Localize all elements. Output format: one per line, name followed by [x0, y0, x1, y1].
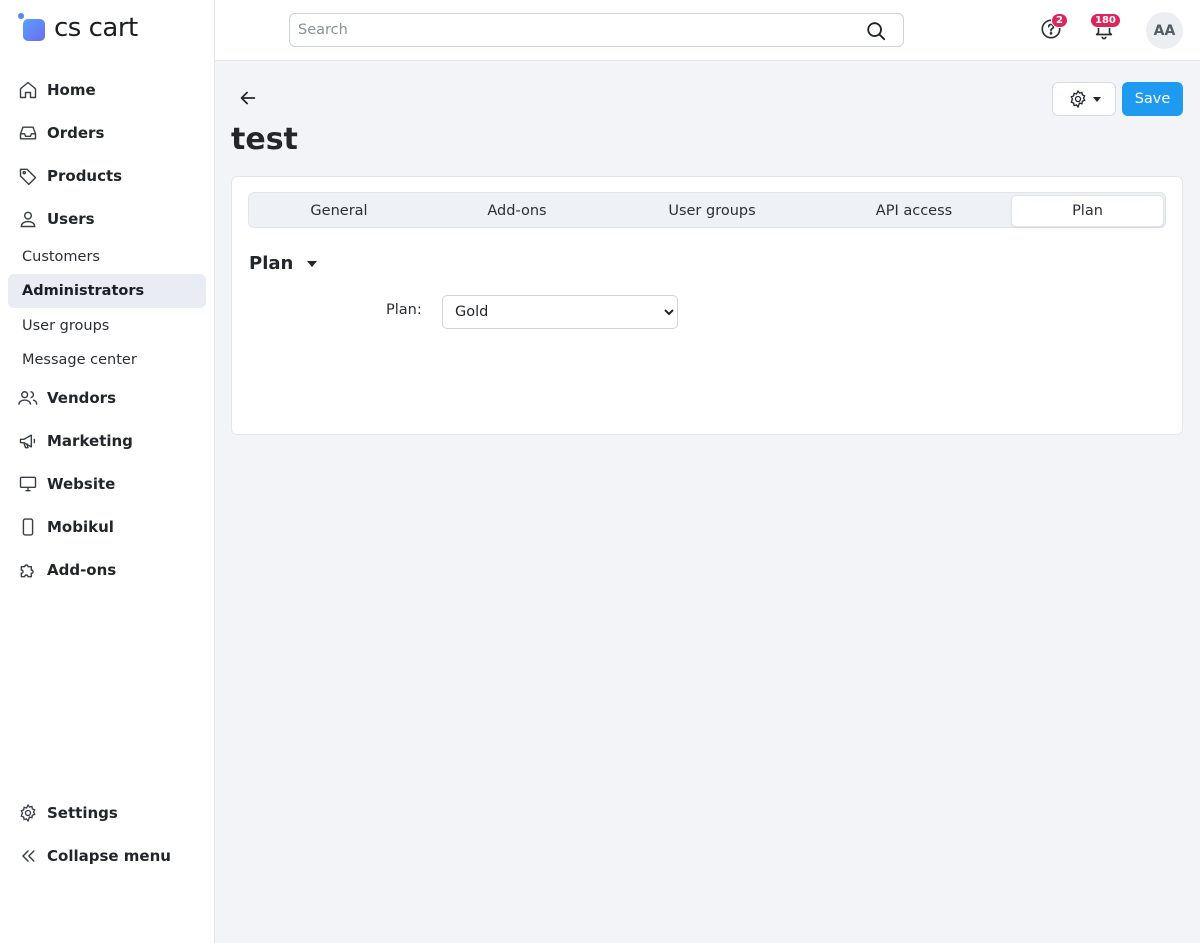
sidebar-subitem-label: Administrators [22, 283, 145, 299]
tab-user-groups[interactable]: User groups [607, 195, 817, 227]
tab-plan[interactable]: Plan [1011, 195, 1164, 227]
page-title: test [231, 122, 298, 157]
sidebar-item-label: Home [47, 81, 96, 99]
sidebar-item-label: Website [47, 475, 116, 493]
sidebar-item-website[interactable]: Website [8, 467, 206, 501]
tab-general[interactable]: General [251, 195, 427, 227]
puzzle-icon [17, 559, 39, 581]
sidebar-item-mobikul[interactable]: Mobikul [8, 510, 206, 544]
sidebar-item-label: Marketing [47, 432, 133, 450]
sidebar-item-vendors[interactable]: Vendors [8, 381, 206, 415]
avatar[interactable]: AA [1146, 12, 1183, 49]
sidebar-item-users[interactable]: Users [8, 202, 206, 236]
arrow-left-icon [240, 91, 256, 105]
search-box [289, 13, 904, 47]
notifications-button[interactable]: 180 [1090, 13, 1121, 44]
sidebar-item-label: Orders [47, 124, 105, 142]
caret-down-icon [1092, 96, 1101, 102]
sidebar-item-home[interactable]: Home [8, 73, 206, 107]
logo-text: cs cart [54, 13, 138, 43]
user-icon [17, 208, 39, 230]
sidebar-subitem-customers[interactable]: Customers [8, 240, 206, 274]
sidebar-item-label: Collapse menu [47, 847, 171, 865]
sidebar-subitem-label: User groups [22, 318, 110, 334]
sidebar-item-label: Vendors [47, 389, 117, 407]
caret-down-icon [307, 260, 318, 267]
tag-icon [17, 165, 39, 187]
content-card: General Add-ons User groups API access P… [231, 176, 1183, 435]
section-title: Plan [249, 253, 294, 274]
help-badge: 2 [1051, 13, 1068, 28]
users-icon [17, 387, 39, 409]
tab-api-access[interactable]: API access [817, 195, 1011, 227]
gear-icon [1069, 89, 1086, 109]
settings-dropdown-button[interactable] [1052, 82, 1116, 116]
help-button[interactable]: 2 [1040, 13, 1068, 44]
logo[interactable]: cs cart [18, 12, 138, 44]
sidebar-item-marketing[interactable]: Marketing [8, 424, 206, 458]
sidebar: cs cart Home Orders Products Users Custo… [0, 0, 215, 943]
gear-icon [17, 802, 39, 824]
sidebar-subitem-user-groups[interactable]: User groups [8, 309, 206, 343]
sidebar-item-orders[interactable]: Orders [8, 116, 206, 150]
tab-bar: General Add-ons User groups API access P… [248, 192, 1166, 228]
sidebar-item-label: Settings [47, 804, 118, 822]
chevrons-left-icon [17, 845, 39, 867]
top-bar: 2 180 AA [215, 0, 1200, 61]
inbox-icon [17, 122, 39, 144]
sidebar-item-label: Users [47, 210, 95, 228]
tab-add-ons[interactable]: Add-ons [427, 195, 607, 227]
search-input[interactable] [290, 14, 850, 46]
home-icon [17, 79, 39, 101]
sidebar-subitem-administrators[interactable]: Administrators [8, 274, 206, 308]
logo-icon [18, 13, 48, 43]
sidebar-item-label: Add-ons [47, 561, 117, 579]
sidebar-item-settings[interactable]: Settings [8, 796, 206, 830]
sidebar-item-label: Products [47, 167, 123, 185]
plan-select[interactable]: Gold [442, 295, 678, 329]
sidebar-item-label: Mobikul [47, 518, 114, 536]
notifications-badge: 180 [1090, 13, 1121, 28]
sidebar-subitem-label: Customers [22, 249, 100, 265]
sidebar-subitem-message-center[interactable]: Message center [8, 343, 206, 377]
back-button[interactable] [237, 87, 261, 111]
save-button[interactable]: Save [1122, 82, 1183, 116]
megaphone-icon [17, 430, 39, 452]
sidebar-subitem-label: Message center [22, 352, 137, 368]
sidebar-collapse-menu[interactable]: Collapse menu [8, 839, 206, 873]
phone-icon [17, 516, 39, 538]
search-icon[interactable] [865, 20, 887, 42]
plan-field-label: Plan: [386, 302, 422, 318]
sidebar-item-add-ons[interactable]: Add-ons [8, 553, 206, 587]
sidebar-item-products[interactable]: Products [8, 159, 206, 193]
section-toggle-plan[interactable]: Plan [249, 253, 318, 274]
monitor-icon [17, 473, 39, 495]
